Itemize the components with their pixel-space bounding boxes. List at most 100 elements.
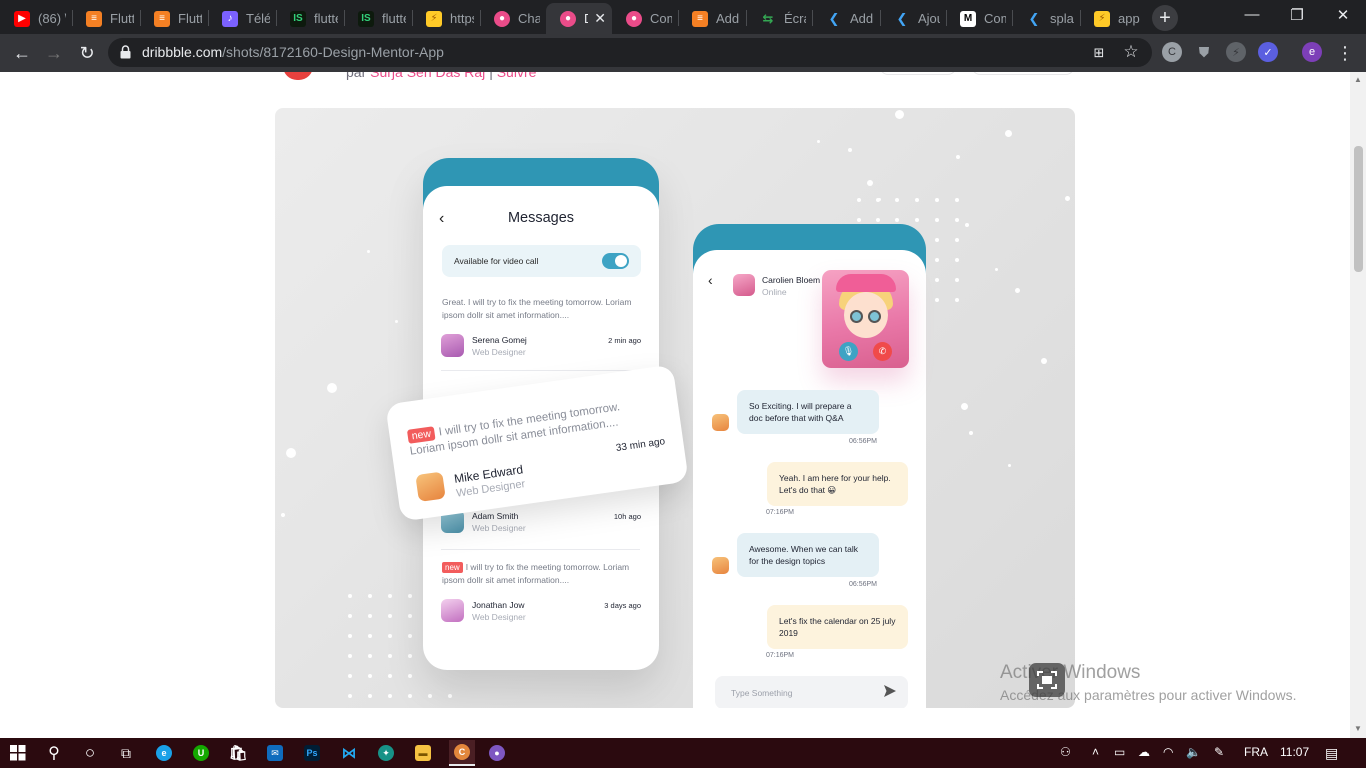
flutter-icon: ❮ — [828, 10, 840, 26]
tab-pub[interactable]: ISflutte — [344, 3, 412, 34]
shot-byline: par Surja Sen Das Raj | Suivre — [346, 72, 536, 80]
conversation-item: Serena Gomej Web Designer 2 min ago — [441, 334, 641, 360]
translate-icon[interactable]: ⊞ — [1088, 42, 1110, 64]
scrollbar-thumb[interactable] — [1354, 146, 1363, 272]
reload-icon[interactable]: ↻ — [76, 42, 98, 64]
profile-avatar[interactable]: e — [1302, 42, 1322, 62]
chrome-taskbar-icon[interactable]: C — [449, 740, 475, 766]
author-avatar[interactable] — [283, 72, 313, 80]
windows-taskbar: ⚲ ○ ⧉ e U 🛍 ✉ Ps ⋈ ✦ ▬ C ● ⚇ ˄ ▭ ☁ ◠ 🔈 ✎… — [0, 738, 1366, 768]
notifications-icon[interactable]: ▤ — [1325, 745, 1338, 762]
firebase-icon: ⚡ — [1094, 10, 1110, 27]
medium-icon: M — [960, 10, 976, 27]
dribbble-icon: ● — [494, 10, 510, 27]
clock[interactable]: 11:07 — [1280, 745, 1309, 759]
vscode-icon[interactable]: ⋈ — [338, 742, 360, 764]
tab-firebase[interactable]: ⚡apps — [1080, 3, 1146, 34]
tab-download[interactable]: ♪Téléc — [208, 3, 276, 34]
tab-dribbble[interactable]: ●Chat — [480, 3, 546, 34]
video-call-toggle-row: Available for video call — [442, 245, 641, 277]
stackoverflow-icon: ≡ — [692, 10, 708, 27]
bolt-extension-icon[interactable]: ⚡ — [1226, 42, 1246, 62]
tab-strip: ▶(86) \ ≡Flutte ≡Flutte ♪Téléc ISflutte … — [0, 0, 1366, 34]
menu-kebab-icon[interactable]: ⋮ — [1334, 42, 1356, 64]
avatar — [712, 414, 729, 431]
app-purple-icon[interactable]: ● — [486, 742, 508, 764]
avatar — [441, 334, 464, 357]
fullscreen-button[interactable] — [1029, 663, 1065, 697]
edge-icon[interactable]: e — [153, 742, 175, 764]
tab-medium[interactable]: MCom — [946, 3, 1012, 34]
new-badge: new — [442, 562, 463, 573]
message-input: Type Something — [715, 676, 908, 708]
address-bar[interactable]: dribbble.com/shots/8172160-Design-Mentor… — [108, 38, 1152, 67]
tab-stackoverflow[interactable]: ≡Flutte — [72, 3, 140, 34]
restore-icon[interactable]: ❐ — [1287, 6, 1307, 24]
like-button[interactable] — [972, 72, 1074, 75]
mail-icon[interactable]: ✉ — [264, 742, 286, 764]
back-icon[interactable]: ← — [11, 42, 33, 64]
forward-icon[interactable]: → — [43, 42, 65, 64]
shield-icon[interactable]: ⛊ — [1194, 42, 1214, 62]
tab-link[interactable]: ⇆Écran — [746, 3, 812, 34]
tab-flutter[interactable]: ❮Ajou — [880, 3, 946, 34]
tab-youtube[interactable]: ▶ (86) \ — [0, 3, 72, 34]
back-chevron-icon: ‹ — [708, 272, 713, 288]
tab-flutter[interactable]: ❮ Addi — [812, 3, 880, 34]
check-extension-icon[interactable]: ✓ — [1258, 42, 1278, 62]
follow-link[interactable]: Suivre — [497, 72, 537, 80]
windows-start-icon[interactable] — [7, 742, 29, 764]
people-icon[interactable]: ⚇ — [1060, 745, 1071, 759]
show-hidden-icons[interactable]: ˄ — [1092, 745, 1099, 759]
conversation-item: Adam Smith Web Designer 10h ago — [441, 510, 641, 536]
upwork-icon[interactable]: U — [190, 742, 212, 764]
contact-status: Online — [762, 287, 787, 297]
expand-icon — [1037, 671, 1057, 689]
scroll-up-icon[interactable]: ▲ — [1354, 75, 1362, 84]
cortana-icon[interactable]: ○ — [79, 742, 101, 764]
end-call-icon: ✆ — [873, 342, 892, 361]
search-icon[interactable]: ⚲ — [43, 742, 65, 764]
file-explorer-icon[interactable]: ▬ — [412, 742, 434, 764]
tab-pub[interactable]: ISflutte — [276, 3, 344, 34]
tab-dribbble[interactable]: ●Com — [612, 3, 678, 34]
close-tab-icon[interactable]: ✕ — [594, 10, 606, 27]
battery-icon[interactable]: ▭ — [1114, 745, 1125, 759]
close-window-icon[interactable]: ✕ — [1333, 6, 1353, 24]
tab-stackoverflow[interactable]: ≡Flutte — [140, 3, 208, 34]
tab-firebase[interactable]: ⚡https — [412, 3, 480, 34]
tab-flutter[interactable]: ❮splas — [1012, 3, 1080, 34]
dribbble-icon: ● — [626, 10, 642, 27]
stackoverflow-icon: ≡ — [86, 10, 102, 27]
tab-stackoverflow[interactable]: ≡ Addi — [678, 3, 746, 34]
store-icon[interactable]: 🛍 — [227, 742, 249, 764]
wifi-icon[interactable]: ◠ — [1163, 745, 1173, 759]
task-view-icon[interactable]: ⧉ — [115, 742, 137, 764]
minimize-icon[interactable]: — — [1242, 6, 1262, 23]
bookmark-star-icon[interactable]: ☆ — [1120, 41, 1142, 63]
cloud-warning-icon[interactable]: ☁ — [1138, 745, 1150, 759]
photoshop-icon[interactable]: Ps — [301, 742, 323, 764]
page-content: par Surja Sen Das Raj | Suivre ‹ Message… — [0, 72, 1350, 738]
avatar — [415, 471, 446, 502]
save-button[interactable] — [880, 72, 956, 75]
pub-icon: IS — [358, 10, 374, 27]
new-badge: new — [406, 426, 436, 444]
avatar — [441, 599, 464, 622]
browser-toolbar: ← → ↻ dribbble.com/shots/8172160-Design-… — [0, 34, 1366, 72]
author-link[interactable]: Surja Sen Das Raj — [370, 72, 485, 80]
stackoverflow-icon: ≡ — [154, 10, 170, 27]
vertical-scrollbar[interactable]: ▲ ▼ — [1350, 72, 1366, 738]
app-icon: ♪ — [222, 10, 238, 27]
pen-icon[interactable]: ✎ — [1214, 745, 1224, 759]
contact-name: Carolien Bloem — [762, 275, 821, 285]
language-indicator[interactable]: FRA — [1244, 745, 1268, 759]
gitkraken-icon[interactable]: ✦ — [375, 742, 397, 764]
message-preview: Great. I will try to fix the meeting tom… — [442, 297, 632, 320]
volume-icon[interactable]: 🔈 — [1186, 745, 1201, 759]
tab-dribbble-active[interactable]: ●D✕ — [546, 3, 612, 34]
extension-c-icon[interactable]: C — [1162, 42, 1182, 62]
new-tab-button[interactable]: + — [1152, 5, 1178, 31]
scroll-down-icon[interactable]: ▼ — [1354, 724, 1362, 733]
chat-bubble-incoming: Awesome. When we can talk for the design… — [737, 533, 879, 577]
